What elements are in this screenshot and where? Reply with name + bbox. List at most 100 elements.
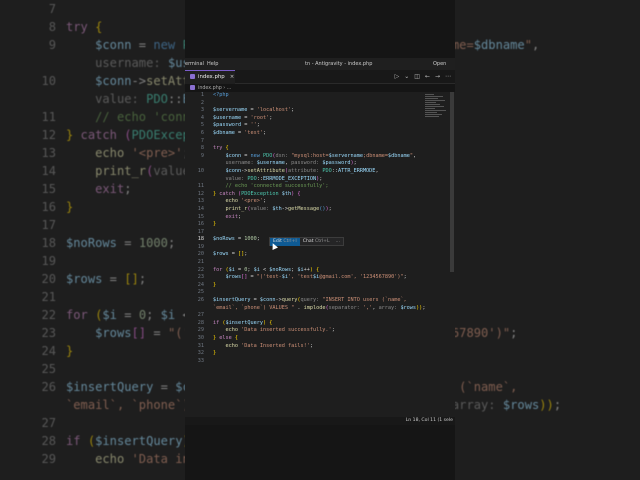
- minimap[interactable]: [425, 94, 447, 118]
- code-token: }: [213, 221, 217, 228]
- code-token: ->: [131, 74, 147, 88]
- inline-chat-popup: Edit Ctrl+I Chat Ctrl+L...: [269, 237, 344, 246]
- cursor-position[interactable]: Ln 18, Col 11 (1 sele: [406, 417, 453, 425]
- code-token: new: [153, 38, 183, 52]
- chat-label: Chat: [302, 239, 314, 244]
- code-token: )): [539, 398, 554, 412]
- line-number: 10: [197, 167, 204, 174]
- line-number: 16: [197, 221, 204, 228]
- code-token: array:: [451, 398, 503, 412]
- more-options-button[interactable]: ...: [333, 238, 343, 246]
- code-token: ,: [412, 152, 417, 159]
- code-token: $rows: [213, 274, 242, 281]
- vertical-scrollbar[interactable]: [450, 92, 454, 272]
- line-number: 12: [197, 190, 204, 197]
- code-token: PDOException: [241, 190, 279, 197]
- code-token: {: [313, 266, 320, 273]
- more-icon[interactable]: ⋯: [445, 73, 451, 80]
- chevron-down-icon[interactable]: ⌄: [404, 73, 409, 80]
- line-number: 32: [197, 350, 204, 357]
- code-token: ;: [331, 327, 335, 334]
- code-token: ;: [291, 107, 295, 114]
- line-text: $conn = new PDO(dsn: "mysql:host=$server…: [213, 153, 416, 161]
- code-token: $noRows: [213, 236, 235, 243]
- line-text: echo 'Data Inserted fails!';: [213, 342, 312, 351]
- window-title: tn - Antigravity - index.php: [305, 61, 373, 67]
- line-text: }: [213, 221, 216, 229]
- line-number: 3: [200, 107, 204, 114]
- line-number: 6: [200, 129, 204, 136]
- code-token: $username: [256, 160, 285, 167]
- line-number: 14: [197, 205, 204, 212]
- code-token: PDO: [322, 167, 332, 174]
- code-token: ::: [167, 92, 183, 106]
- code-token: 'test': [244, 129, 263, 136]
- code-token: $conn: [259, 297, 276, 304]
- code-token: try: [66, 20, 88, 34]
- code-token: getMessage: [287, 205, 320, 212]
- code-token: PDO: [247, 175, 257, 182]
- chat-button[interactable]: Chat Ctrl+L: [300, 238, 333, 246]
- forward-icon[interactable]: →: [435, 73, 440, 80]
- code-token: username:: [66, 56, 168, 70]
- line-number: 23: [197, 274, 204, 281]
- tab-label: index.php: [198, 74, 225, 80]
- code-token: echo: [213, 342, 242, 349]
- code-token: ;: [124, 182, 132, 196]
- code-token: $conn: [66, 38, 132, 52]
- code-token: dsn:: [275, 152, 292, 159]
- code-token: $rows: [400, 304, 417, 311]
- code-token: echo: [213, 327, 242, 334]
- line-text: $dbname = 'test';: [213, 130, 266, 138]
- line-text: $password = '';: [213, 122, 260, 130]
- line-number: 33: [197, 357, 204, 364]
- line-number: 14: [41, 164, 56, 178]
- code-token: query: [281, 297, 298, 304]
- code-token: ": [524, 38, 532, 52]
- code-token: ;: [167, 236, 176, 250]
- code-token: setAttribute: [247, 167, 285, 174]
- code-editor[interactable]: 1 <?php 2 3 $servername = 'localhost'; 4 $user…: [185, 92, 455, 417]
- code-token: "('test-: [256, 274, 282, 281]
- code-token: else: [216, 335, 235, 341]
- code-token: =: [234, 266, 245, 273]
- tab-index-php[interactable]: index.php ×: [185, 70, 235, 84]
- menu-help[interactable]: Help: [207, 58, 218, 70]
- code-token: 1000: [138, 236, 168, 250]
- line-text: for ($i = 0; $i < $noRows; $i++) {: [213, 267, 319, 275]
- close-icon[interactable]: ×: [230, 74, 235, 80]
- run-icon[interactable]: ▷: [395, 73, 400, 80]
- code-token: PDO: [262, 152, 273, 159]
- line-number: 31: [197, 342, 204, 349]
- line-text: value: PDO::ERRMODE_EXCEPTION);: [213, 176, 322, 184]
- line-number: 19: [197, 243, 204, 250]
- code-token: ;: [553, 398, 562, 412]
- line-text: `email`, `phone`) VALUES " . implode(sep…: [213, 305, 425, 313]
- line-number: 22: [41, 308, 56, 322]
- menu-terminal[interactable]: erminal: [185, 58, 204, 70]
- editor-actions: ▷ ⌄ ◫ ← → ⋯: [390, 70, 451, 84]
- code-token: value:: [213, 175, 248, 182]
- line-number: 7: [200, 137, 204, 144]
- code-token: =: [247, 274, 257, 281]
- code-token: print_r: [213, 205, 248, 212]
- line-text: $servername = 'localhost';: [213, 107, 294, 115]
- split-editor-icon[interactable]: ◫: [414, 73, 420, 80]
- line-text: print_r(value: $th->getMessage());: [213, 205, 331, 214]
- code-token: PDO: [146, 92, 168, 106]
- code-token: ;dbname=: [362, 152, 388, 159]
- code-token: echo: [213, 198, 242, 205]
- code-token: ;: [256, 122, 260, 129]
- code-token: $password: [213, 122, 242, 129]
- back-icon[interactable]: ←: [425, 73, 430, 80]
- code-token: $insertQuery: [66, 380, 154, 394]
- code-token: value:: [250, 205, 273, 212]
- php-file-icon: [190, 85, 195, 90]
- line-text: $username = 'root';: [213, 115, 272, 123]
- code-token: <: [259, 266, 270, 273]
- code-token: $password: [322, 160, 351, 167]
- code-token: ;: [256, 236, 260, 243]
- line-number: 5: [200, 122, 204, 129]
- code-token: $rows: [213, 251, 229, 258]
- code-token: ', 'test: [287, 274, 313, 281]
